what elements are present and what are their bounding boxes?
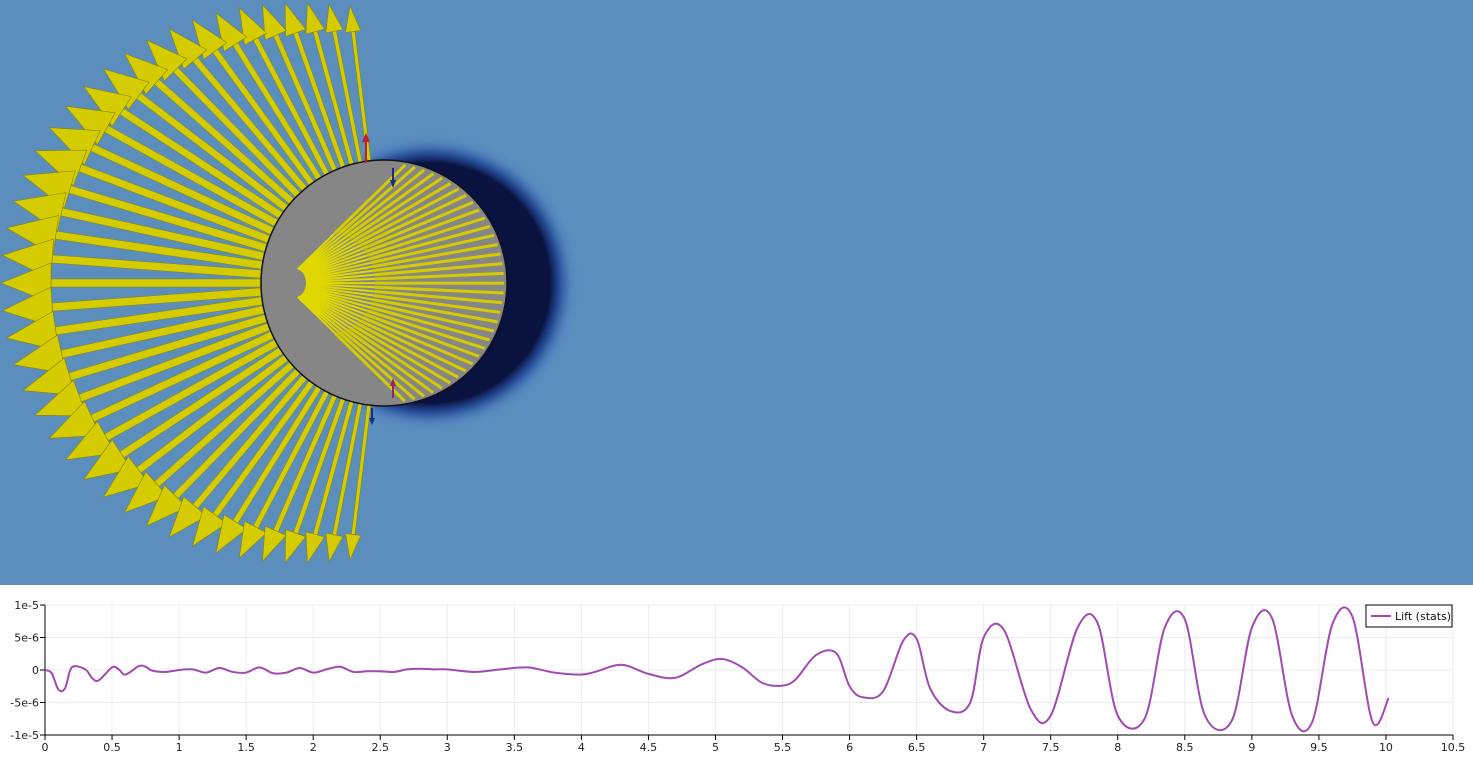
chart-legend[interactable]: Lift (stats)	[1365, 604, 1453, 628]
x-axis-ticks: 0 0.5 1 1.5 2 2.5 3 3.5 4 4.5 5 5.5 6 6.5 7 7.5 8 8.5 9 9.5…	[42, 735, 1466, 754]
x-tick-label: 7	[980, 741, 987, 754]
y-tick-label: -1e-5	[10, 729, 39, 742]
x-tick-label: 10.5	[1441, 741, 1466, 754]
x-tick-label: 9	[1248, 741, 1255, 754]
x-tick-label: 8.5	[1176, 741, 1194, 754]
x-tick-label: 6.5	[908, 741, 926, 754]
x-tick-label: 5.5	[774, 741, 792, 754]
x-tick-label: 10	[1379, 741, 1393, 754]
flow-viewport[interactable]	[0, 0, 1473, 585]
y-tick-label: -5e-6	[10, 697, 39, 710]
x-tick-label: 1	[176, 741, 183, 754]
legend-label: Lift (stats)	[1395, 610, 1451, 623]
y-tick-label: 5e-6	[14, 632, 39, 645]
lift-chart: 0 0.5 1 1.5 2 2.5 3 3.5 4 4.5 5 5.5 6 6.5 7 7.5 8 8.5 9 9.5…	[10, 599, 1466, 754]
x-tick-label: 4	[578, 741, 585, 754]
x-tick-label: 9.5	[1310, 741, 1328, 754]
y-tick-label: 1e-5	[14, 599, 39, 612]
y-tick-label: 0	[32, 664, 39, 677]
chart-grid	[44, 604, 1454, 736]
x-tick-label: 3	[444, 741, 451, 754]
y-axis-ticks: 1e-5 5e-6 0 -5e-6 -1e-5	[10, 599, 45, 742]
x-tick-label: 6	[846, 741, 853, 754]
lift-plot[interactable]: 0 0.5 1 1.5 2 2.5 3 3.5 4 4.5 5 5.5 6 6.5 7 7.5 8 8.5 9 9.5…	[0, 585, 1473, 763]
x-tick-label: 8	[1114, 741, 1121, 754]
x-tick-label: 5	[712, 741, 719, 754]
x-tick-label: 0.5	[103, 741, 121, 754]
x-tick-label: 2.5	[371, 741, 389, 754]
flow-render	[0, 0, 1473, 585]
x-tick-label: 3.5	[506, 741, 524, 754]
x-tick-label: 1.5	[237, 741, 255, 754]
x-tick-label: 7.5	[1042, 741, 1060, 754]
x-tick-label: 2	[310, 741, 317, 754]
x-tick-label: 4.5	[640, 741, 658, 754]
x-tick-label: 0	[42, 741, 49, 754]
